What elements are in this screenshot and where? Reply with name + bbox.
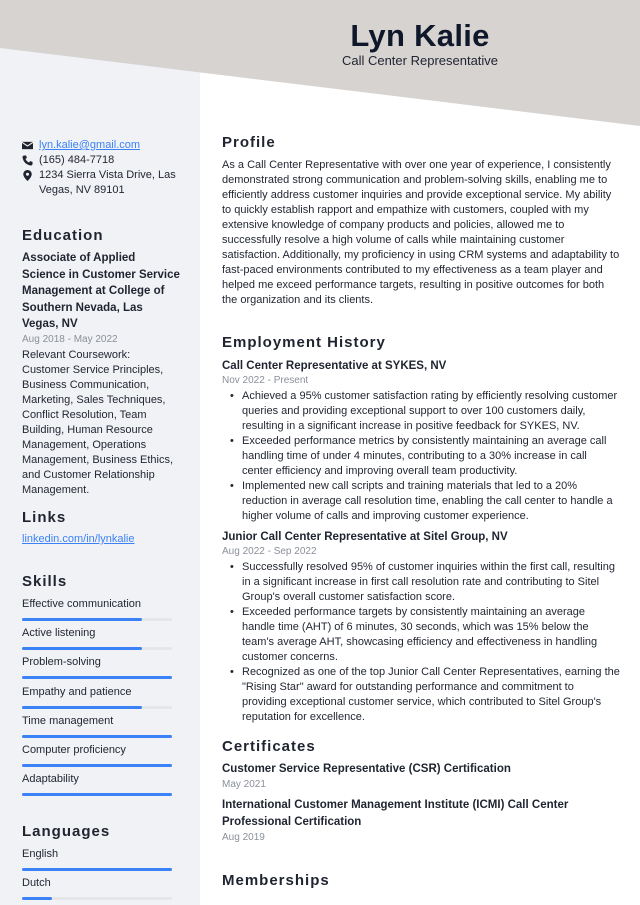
email-link[interactable]: lyn.kalie@gmail.com xyxy=(39,138,140,153)
skill-level-fill xyxy=(22,734,172,738)
education-heading: Education xyxy=(22,227,104,244)
job-title: Call Center Representative at SYKES, NV xyxy=(222,360,447,372)
language-level-fill xyxy=(22,868,172,871)
skill-level-track xyxy=(22,734,172,738)
skill-label: Time management xyxy=(22,714,114,727)
certificate-date: Aug 2019 xyxy=(222,832,265,843)
skill-level-track xyxy=(22,618,172,621)
certificate-date: May 2021 xyxy=(222,779,266,790)
job-bullets: Achieved a 95% customer satisfaction rat… xyxy=(222,389,620,524)
skill-label: Computer proficiency xyxy=(22,744,126,756)
skill-level-fill xyxy=(22,618,142,621)
job-bullet: Successfully resolved 95% of customer in… xyxy=(230,560,620,605)
language-level-track xyxy=(22,868,172,871)
education-degree: Associate of Applied Science in Customer… xyxy=(22,252,180,330)
skill-level-fill xyxy=(22,793,172,797)
profile-heading: Profile xyxy=(222,134,276,151)
skills-heading: Skills xyxy=(22,573,68,590)
phone-number: (165) 484-7718 xyxy=(39,154,115,166)
envelope-icon xyxy=(22,138,39,153)
address-text: 1234 Sierra Vista Drive, Las Vegas, NV 8… xyxy=(39,169,176,196)
language-item: Dutch xyxy=(22,876,172,901)
certificate-entry: Customer Service Representative (CSR) Ce… xyxy=(222,761,620,792)
education-dates: Aug 2018 - May 2022 xyxy=(22,333,118,345)
skill-label: Adaptability xyxy=(22,773,79,786)
job-bullet: Exceeded performance targets by consiste… xyxy=(230,605,620,665)
education-coursework: Relevant Coursework: Customer Service Pr… xyxy=(22,348,174,496)
skill-item: Problem-solving xyxy=(22,655,172,680)
links-heading: Links xyxy=(22,509,67,526)
skill-item: Time management xyxy=(22,714,172,738)
job-bullet: Implemented new call scripts and trainin… xyxy=(230,479,620,524)
links-list: linkedin.com/in/lynkalie xyxy=(22,532,180,547)
skill-level-fill xyxy=(22,764,172,767)
phone-icon xyxy=(22,153,39,168)
job-bullet: Achieved a 95% customer satisfaction rat… xyxy=(230,389,620,434)
skill-item: Adaptability xyxy=(22,772,172,797)
job-entry: Call Center Representative at SYKES, NV … xyxy=(222,358,620,524)
language-label: Dutch xyxy=(22,877,51,890)
skill-level-track xyxy=(22,647,172,651)
job-bullet: Exceeded performance metrics by consiste… xyxy=(230,434,620,479)
contact-phone: (165) 484-7718 xyxy=(22,153,180,168)
job-title: Junior Call Center Representative at Sit… xyxy=(222,531,508,543)
memberships-heading: Memberships xyxy=(222,872,330,889)
language-level-fill xyxy=(22,897,52,901)
contact-email: lyn.kalie@gmail.com xyxy=(22,138,180,153)
language-item: English xyxy=(22,847,172,871)
candidate-name: Lyn Kalie xyxy=(350,18,490,53)
job-bullet: Recognized as one of the top Junior Call… xyxy=(230,665,620,725)
skill-level-track xyxy=(22,793,172,797)
job-bullets: Successfully resolved 95% of customer in… xyxy=(222,560,620,725)
skill-item: Empathy and patience xyxy=(22,685,172,709)
skill-level-fill xyxy=(22,676,172,680)
skill-label: Problem-solving xyxy=(22,656,101,669)
job-dates: Nov 2022 - Present xyxy=(222,375,309,386)
languages-heading: Languages xyxy=(22,823,111,840)
skill-label: Active listening xyxy=(22,627,96,640)
map-pin-icon xyxy=(22,168,39,183)
linkedin-link[interactable]: linkedin.com/in/lynkalie xyxy=(22,533,135,545)
skill-level-track xyxy=(22,676,172,680)
skill-level-fill xyxy=(22,647,142,651)
skill-label: Empathy and patience xyxy=(22,685,132,698)
employment-heading: Employment History xyxy=(222,334,386,351)
certificates-heading: Certificates xyxy=(222,738,316,755)
certificate-title: Customer Service Representative (CSR) Ce… xyxy=(222,763,511,775)
contact-address: 1234 Sierra Vista Drive, Las Vegas, NV 8… xyxy=(22,168,180,198)
job-dates: Aug 2022 - Sep 2022 xyxy=(222,546,317,557)
candidate-title: Call Center Representative xyxy=(341,53,499,68)
language-level-track xyxy=(22,897,172,901)
contact-block: lyn.kalie@gmail.com (165) 484-7718 1234 … xyxy=(22,138,180,198)
certificate-entry: International Customer Management Instit… xyxy=(222,797,620,845)
skill-level-track xyxy=(22,764,172,767)
skill-item: Effective communication xyxy=(22,597,172,621)
education-entry: Associate of Applied Science in Customer… xyxy=(22,250,180,498)
language-label: English xyxy=(22,848,59,860)
skill-item: Active listening xyxy=(22,626,172,651)
skill-level-fill xyxy=(22,705,142,709)
skill-label: Effective communication xyxy=(22,598,142,610)
job-entry: Junior Call Center Representative at Sit… xyxy=(222,529,620,725)
skill-item: Computer proficiency xyxy=(22,743,172,767)
skill-level-track xyxy=(22,705,172,709)
certificate-title: International Customer Management Instit… xyxy=(222,799,569,828)
profile-text: As a Call Center Representative with ove… xyxy=(222,159,620,306)
